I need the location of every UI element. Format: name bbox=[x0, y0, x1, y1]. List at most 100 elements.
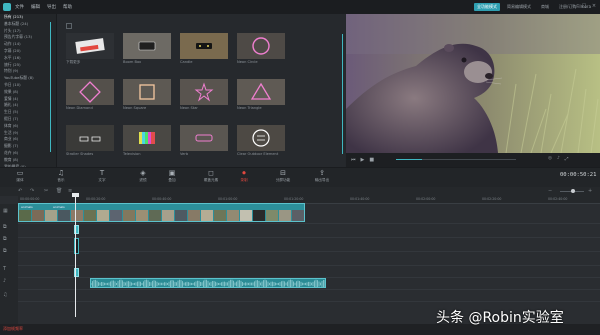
menu-file[interactable]: 文件 bbox=[15, 4, 24, 10]
pip-track-3[interactable] bbox=[18, 252, 600, 266]
title-thumbnail[interactable]: 下载更多 bbox=[66, 33, 114, 66]
ruler-tick-label: 00:00:20:00 bbox=[86, 197, 106, 201]
close-icon[interactable]: × bbox=[591, 3, 597, 9]
volume-icon[interactable]: ♪ bbox=[557, 156, 560, 162]
toolbar-export-button[interactable]: ⇪ 输出导出 bbox=[308, 168, 336, 183]
tab-store[interactable]: 商城 bbox=[538, 3, 552, 11]
title-thumbnail[interactable]: Stroller Shades bbox=[66, 125, 114, 158]
category-item[interactable]: 爱情 (4) bbox=[0, 96, 56, 103]
category-item[interactable]: 体育 (6) bbox=[0, 123, 56, 130]
category-item[interactable]: 花卉 (6) bbox=[0, 150, 56, 157]
menu-export[interactable]: 导出 bbox=[47, 4, 56, 10]
undo-icon[interactable]: ↶ bbox=[18, 188, 22, 194]
playback-progress-bar[interactable] bbox=[396, 159, 516, 160]
neon-star-thumbnail-image bbox=[180, 79, 228, 105]
category-item[interactable]: 教育 (8) bbox=[0, 157, 56, 164]
prev-frame-icon[interactable]: ⏮ bbox=[351, 157, 356, 163]
tool-label: 叠加 bbox=[168, 178, 176, 182]
category-item[interactable]: 基本标题 (24) bbox=[0, 21, 56, 28]
cut-icon[interactable]: ✂ bbox=[44, 188, 48, 194]
category-item[interactable]: 水平 (16) bbox=[0, 55, 56, 62]
snapshot-icon[interactable]: ◎ bbox=[548, 156, 552, 162]
thumbnail-preview[interactable] bbox=[123, 79, 171, 105]
tab-easy-mode[interactable]: 简易编辑模式 bbox=[504, 3, 534, 11]
preview-window[interactable] bbox=[346, 14, 600, 153]
thumbnail-preview[interactable] bbox=[180, 79, 228, 105]
grid-scrollbar[interactable] bbox=[342, 34, 343, 154]
category-item[interactable]: 所有 (213) bbox=[0, 14, 56, 21]
zoom-out-icon[interactable]: − bbox=[548, 188, 552, 194]
category-item[interactable]: 旅行 (25) bbox=[0, 62, 56, 69]
play-icon[interactable]: ▶ bbox=[361, 157, 365, 163]
pip-track-1[interactable] bbox=[18, 224, 600, 238]
zoom-knob[interactable] bbox=[571, 189, 575, 193]
title-thumbnail[interactable]: Verb bbox=[180, 125, 228, 158]
category-item[interactable]: 婚礼 (4) bbox=[0, 102, 56, 109]
pip-track-icon-2: ⧉ bbox=[3, 236, 7, 242]
fullscreen-icon[interactable]: ⤢ bbox=[565, 156, 569, 162]
menu-edit[interactable]: 编辑 bbox=[31, 4, 40, 10]
title-thumbnail[interactable]: Television bbox=[123, 125, 171, 158]
thumbnail-preview[interactable] bbox=[66, 33, 114, 59]
category-item[interactable]: 摄影 (7) bbox=[0, 143, 56, 150]
thumbnail-preview[interactable] bbox=[237, 33, 285, 59]
delete-icon[interactable]: 🗑 bbox=[56, 188, 62, 194]
toolbar-filter-button[interactable]: ◈ 滤镜 bbox=[129, 168, 157, 183]
title-thumbnail[interactable]: Neon Circle bbox=[237, 33, 285, 66]
zoom-in-icon[interactable]: + bbox=[588, 188, 592, 194]
category-item[interactable]: 生日 (5) bbox=[0, 109, 56, 116]
toolbar-element-button[interactable]: ◻ 覆盖元素 bbox=[197, 168, 225, 183]
category-item[interactable]: 动作 (14) bbox=[0, 41, 56, 48]
category-item[interactable]: 片头 (17) bbox=[0, 28, 56, 35]
menu-help[interactable]: 帮助 bbox=[63, 4, 72, 10]
toolbar-overlay-button[interactable]: ▣ 叠加 bbox=[158, 168, 186, 183]
category-item[interactable]: 特别 (9) bbox=[0, 68, 56, 75]
category-item[interactable]: 效果 (8) bbox=[0, 89, 56, 96]
playhead[interactable] bbox=[75, 196, 76, 317]
video-clip-strip[interactable]: animals animals bbox=[18, 203, 305, 222]
text-track[interactable] bbox=[18, 266, 600, 278]
title-thumbnail[interactable]: Neon Diamond bbox=[66, 79, 114, 112]
thumbnail-preview[interactable] bbox=[180, 125, 228, 151]
music-track-2[interactable] bbox=[18, 290, 600, 302]
ruler-tick-label: 00:01:00:00 bbox=[218, 197, 238, 201]
video-editor-window: 文件 编辑 导出 帮助 全功能模式 简易编辑模式 商城 注册/订购Filmora… bbox=[0, 0, 600, 335]
status-text[interactable]: 添加帧频率 bbox=[3, 326, 23, 332]
thumbnail-preview[interactable] bbox=[237, 125, 285, 151]
title-thumbnail[interactable]: Neon Square bbox=[123, 79, 171, 112]
category-item[interactable]: YouTube标题 (8) bbox=[0, 75, 56, 82]
pip-track-2[interactable] bbox=[18, 238, 600, 252]
thumbnail-preview[interactable] bbox=[180, 33, 228, 59]
thumbnail-preview[interactable] bbox=[66, 125, 114, 151]
toolbar-text-button[interactable]: T 文字 bbox=[88, 168, 116, 183]
category-item[interactable]: 节日 (10) bbox=[0, 82, 56, 89]
thumbnail-preview[interactable] bbox=[123, 33, 171, 59]
ruler-tick-label: 00:01:40:00 bbox=[350, 197, 370, 201]
title-thumbnail[interactable]: Clear Outdoor Element bbox=[237, 125, 285, 158]
stop-icon[interactable]: ■ bbox=[369, 157, 374, 163]
collapse-icon[interactable] bbox=[66, 23, 72, 29]
category-scrollbar[interactable] bbox=[50, 22, 51, 152]
category-item[interactable]: 假日 (7) bbox=[0, 116, 56, 123]
title-thumbnail[interactable]: Boom Box bbox=[123, 33, 171, 66]
category-item[interactable]: 预告片字幕 (13) bbox=[0, 34, 56, 41]
category-item[interactable]: 字幕 (20) bbox=[0, 48, 56, 55]
title-thumbnail[interactable]: Candle bbox=[180, 33, 228, 66]
title-thumbnail[interactable]: Neon Triangle bbox=[237, 79, 285, 112]
maximize-icon[interactable]: □ bbox=[581, 3, 587, 9]
toolbar-media-button[interactable]: ▭ 媒体 bbox=[6, 168, 34, 183]
title-thumbnail[interactable]: Neon Star bbox=[180, 79, 228, 112]
minimize-icon[interactable]: – bbox=[571, 3, 577, 9]
thumbnail-preview[interactable] bbox=[237, 79, 285, 105]
toolbar-record-button[interactable]: ⏺ 录制 bbox=[230, 168, 258, 183]
tab-full-mode[interactable]: 全功能模式 bbox=[474, 3, 500, 11]
category-item[interactable]: 商业 (6) bbox=[0, 136, 56, 143]
redo-icon[interactable]: ↷ bbox=[30, 188, 34, 194]
zoom-slider[interactable] bbox=[560, 189, 584, 193]
category-item[interactable]: 生活 (9) bbox=[0, 130, 56, 137]
audio-clip[interactable] bbox=[90, 278, 326, 288]
thumbnail-preview[interactable] bbox=[66, 79, 114, 105]
toolbar-music-button[interactable]: ♫ 音乐 bbox=[47, 168, 75, 183]
toolbar-split-button[interactable]: ⊟ 分屏功能 bbox=[269, 168, 297, 183]
thumbnail-preview[interactable] bbox=[123, 125, 171, 151]
